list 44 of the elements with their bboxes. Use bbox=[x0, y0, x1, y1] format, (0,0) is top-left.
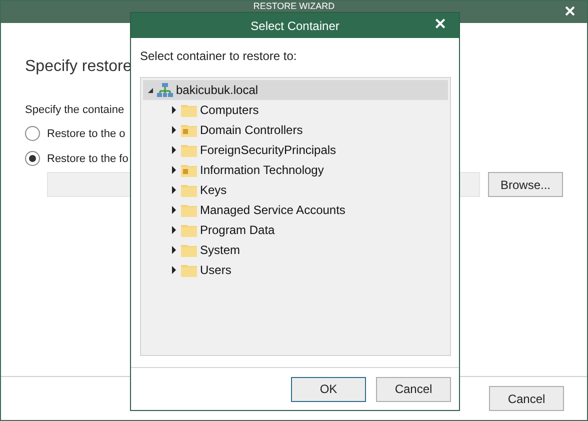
expand-caret-icon[interactable] bbox=[171, 226, 178, 234]
folder-document-icon bbox=[181, 163, 197, 177]
close-button[interactable]: ✕ bbox=[430, 16, 451, 34]
expand-caret-icon[interactable] bbox=[171, 186, 178, 194]
tree-item[interactable]: System bbox=[143, 240, 448, 260]
collapse-caret-icon[interactable] bbox=[147, 86, 154, 94]
expand-caret-icon[interactable] bbox=[171, 106, 178, 114]
instruction-text: Specify the containe bbox=[25, 104, 124, 116]
browse-button[interactable]: Browse... bbox=[488, 172, 563, 197]
ok-button[interactable]: OK bbox=[291, 376, 366, 402]
tree-item[interactable]: bakicubuk.local bbox=[143, 80, 448, 100]
dialog-title: Select Container bbox=[250, 18, 340, 32]
folder-document-icon bbox=[181, 123, 197, 137]
folder-icon bbox=[181, 243, 197, 257]
dialog-prompt: Select container to restore to: bbox=[140, 49, 298, 63]
radio-label: Restore to the fo bbox=[47, 152, 128, 164]
radio-button[interactable] bbox=[25, 151, 40, 166]
tree-item[interactable]: Domain Controllers bbox=[143, 120, 448, 140]
radio-label: Restore to the o bbox=[47, 128, 126, 140]
page-heading: Specify restore bbox=[25, 58, 132, 76]
expand-caret-icon[interactable] bbox=[171, 246, 178, 254]
expand-caret-icon[interactable] bbox=[171, 126, 178, 134]
folder-icon bbox=[181, 203, 197, 217]
folder-icon bbox=[181, 223, 197, 237]
expand-caret-icon[interactable] bbox=[171, 206, 178, 214]
tree-item[interactable]: Information Technology bbox=[143, 160, 448, 180]
tree-item[interactable]: Program Data bbox=[143, 220, 448, 240]
cancel-button[interactable]: Cancel bbox=[376, 376, 451, 402]
tree-item[interactable]: ForeignSecurityPrincipals bbox=[143, 140, 448, 160]
folder-icon bbox=[181, 103, 197, 117]
tree-item[interactable]: Computers bbox=[143, 100, 448, 120]
cancel-button[interactable]: Cancel bbox=[489, 386, 564, 411]
expand-caret-icon[interactable] bbox=[171, 266, 178, 274]
tree-item[interactable]: Managed Service Accounts bbox=[143, 200, 448, 220]
tree-item[interactable]: Users bbox=[143, 260, 448, 280]
tree-item[interactable]: Keys bbox=[143, 180, 448, 200]
folder-icon bbox=[181, 183, 197, 197]
window-title: RESTORE WIZARD bbox=[253, 2, 335, 11]
expand-caret-icon[interactable] bbox=[171, 166, 178, 174]
folder-icon bbox=[181, 263, 197, 277]
folder-icon bbox=[181, 143, 197, 157]
network-icon bbox=[157, 83, 173, 97]
radio-button[interactable] bbox=[25, 126, 40, 141]
expand-caret-icon[interactable] bbox=[171, 146, 178, 154]
